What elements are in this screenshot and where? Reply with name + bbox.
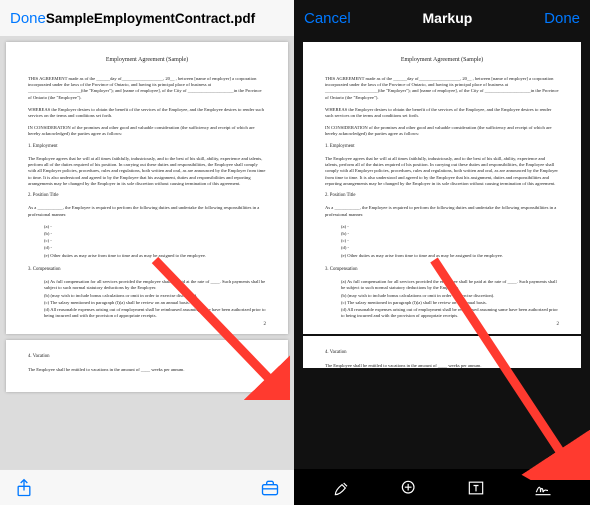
done-button-right[interactable]: Done: [544, 10, 580, 27]
footer-left: [0, 469, 294, 505]
header-right: Cancel Markup Done: [294, 0, 590, 36]
magnifier-icon[interactable]: [399, 478, 419, 498]
doc-scroll-left[interactable]: Employment Agreement (Sample) THIS AGREE…: [0, 36, 294, 469]
header-left: Done SampleEmploymentContract.pdf: [0, 0, 294, 36]
markup-title: Markup: [351, 10, 544, 26]
cancel-button[interactable]: Cancel: [304, 10, 351, 27]
done-button-left[interactable]: Done: [10, 10, 46, 27]
page-1-left: Employment Agreement (Sample) THIS AGREE…: [6, 42, 288, 334]
markup-pane: Cancel Markup Done Employment Agreement …: [294, 0, 590, 505]
doc-title-r: Employment Agreement (Sample): [325, 56, 559, 64]
page-2-right: 4. Vacation The Employee shall be entitl…: [303, 336, 581, 368]
markup-toolbar: [294, 469, 590, 505]
toolbox-icon[interactable]: [260, 478, 280, 498]
page-1-right: Employment Agreement (Sample) THIS AGREE…: [303, 42, 581, 334]
pen-icon[interactable]: [332, 478, 352, 498]
filename-title: SampleEmploymentContract.pdf: [46, 11, 255, 26]
text-icon[interactable]: [466, 478, 486, 498]
signature-icon[interactable]: [533, 478, 553, 498]
doc-scroll-right[interactable]: Employment Agreement (Sample) THIS AGREE…: [294, 36, 590, 469]
preview-pane: Done SampleEmploymentContract.pdf Employ…: [0, 0, 294, 505]
doc-title: Employment Agreement (Sample): [28, 56, 266, 64]
share-icon[interactable]: [14, 478, 34, 498]
page-2-left: 4. Vacation The Employee shall be entitl…: [6, 340, 288, 392]
